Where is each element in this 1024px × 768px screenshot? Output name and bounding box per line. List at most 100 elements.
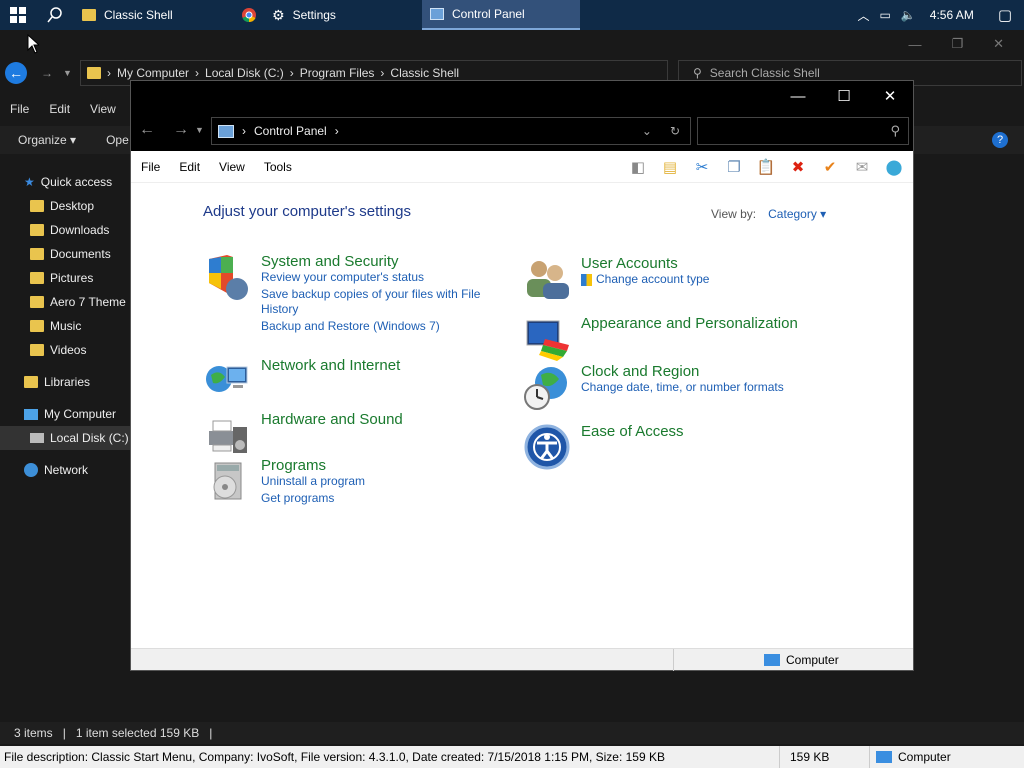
libraries-icon [24, 376, 38, 388]
control-panel-status-bar: Computer [131, 648, 913, 671]
taskbar-task-classic-shell[interactable]: Classic Shell [74, 0, 234, 30]
refresh-icon[interactable]: ↻ [670, 124, 680, 138]
menu-view[interactable]: View [209, 160, 254, 174]
folder-icon [30, 272, 44, 284]
close-button[interactable]: ✕ [867, 81, 913, 111]
help-icon[interactable]: ? [992, 132, 1008, 148]
control-panel-address-row: ← → ▼ › Control Panel › ⌄ ↻ ⚲ [131, 111, 913, 151]
notification-icon[interactable]: ▢ [998, 6, 1012, 24]
menu-view[interactable]: View [90, 102, 116, 116]
back-button[interactable]: ← [139, 121, 155, 139]
category-title[interactable]: Hardware and Sound [261, 411, 403, 459]
category-title[interactable]: Network and Internet [261, 357, 400, 405]
link-review-status[interactable]: Review your computer's status [261, 270, 481, 285]
minimize-icon[interactable]: — [908, 37, 921, 52]
category-title[interactable]: Ease of Access [581, 423, 684, 471]
menu-file[interactable]: File [10, 102, 29, 116]
clock-globe-icon [524, 367, 567, 410]
chevron-up-icon[interactable]: ︿ [857, 7, 869, 24]
link-change-date-time[interactable]: Change date, time, or number formats [581, 380, 784, 395]
link-uninstall-program[interactable]: Uninstall a program [261, 474, 365, 489]
ease-of-access-icon [524, 424, 570, 470]
link-backup-restore[interactable]: Backup and Restore (Windows 7) [261, 319, 481, 334]
menu-edit[interactable]: Edit [49, 102, 70, 116]
chevron-down-icon[interactable]: ⌄ [642, 124, 652, 138]
control-panel-content: Adjust your computer's settings View by:… [131, 183, 913, 671]
taskbar-search-button[interactable] [36, 0, 74, 30]
link-get-programs[interactable]: Get programs [261, 491, 365, 506]
cut-icon[interactable]: ✂ [691, 156, 713, 178]
category-title[interactable]: Appearance and Personalization [581, 315, 798, 363]
minimize-button[interactable]: — [775, 81, 821, 111]
network-globe-icon [206, 366, 248, 392]
category-ease-of-access: Ease of Access [523, 423, 684, 471]
drive-icon [30, 433, 44, 443]
folder-options-icon[interactable]: ▤ [659, 156, 681, 178]
network-icon[interactable]: ▭ [879, 8, 890, 22]
recent-dropdown[interactable]: ▼ [195, 125, 204, 139]
back-button[interactable]: ← [5, 62, 27, 84]
mouse-cursor-icon [27, 34, 39, 54]
folder-icon [30, 200, 44, 212]
view-by-dropdown[interactable]: Category ▾ [768, 207, 826, 221]
folder-icon [30, 320, 44, 332]
category-programs: Programs Uninstall a program Get program… [203, 457, 365, 506]
start-button[interactable] [0, 0, 36, 30]
star-icon: ★ [24, 175, 35, 189]
folder-icon [30, 296, 44, 308]
restore-icon[interactable]: ❐ [951, 36, 963, 52]
delete-icon[interactable]: ✖ [787, 156, 809, 178]
category-title[interactable]: Programs [261, 457, 365, 474]
taskbar-task-control-panel[interactable]: Control Panel [422, 0, 580, 30]
menu-file[interactable]: File [131, 160, 169, 174]
control-panel-address-bar[interactable]: › Control Panel › ⌄ ↻ [211, 117, 691, 145]
folder-icon [87, 67, 101, 79]
category-title[interactable]: System and Security [261, 253, 481, 270]
system-tray: ︿ ▭ 🔈 4:56 AM ▢ [857, 6, 1024, 24]
control-panel-icon [430, 8, 444, 20]
breadcrumb-item[interactable]: My Computer [117, 66, 189, 80]
category-appearance-and-personalization: Appearance and Personalization [523, 315, 798, 363]
volume-icon[interactable]: 🔈 [901, 8, 916, 22]
preview-pane-icon[interactable]: ◧ [627, 156, 649, 178]
users-icon [527, 261, 569, 299]
control-panel-icon [218, 124, 234, 138]
classic-shell-icon[interactable]: ⬤ [883, 156, 905, 178]
history-dropdown[interactable]: ▼ [63, 68, 72, 78]
breadcrumb-item[interactable]: Program Files [300, 66, 375, 80]
category-title[interactable]: Clock and Region [581, 363, 784, 380]
search-icon: ⚲ [693, 66, 702, 80]
category-user-accounts: User Accounts Change account type [523, 255, 709, 303]
open-button[interactable]: Ope [106, 133, 129, 147]
breadcrumb-item[interactable]: Local Disk (C:) [205, 66, 284, 80]
category-title[interactable]: User Accounts [581, 255, 709, 272]
search-icon [47, 7, 62, 23]
breadcrumb-item[interactable]: Classic Shell [390, 66, 459, 80]
maximize-button[interactable]: ☐ [821, 81, 867, 111]
close-icon[interactable]: ✕ [993, 36, 1004, 52]
paste-icon[interactable]: 📋 [755, 156, 777, 178]
taskbar: Classic Shell ⚙ Settings Control Panel ︿… [0, 0, 1024, 30]
selection-info: 1 item selected 159 KB [75, 726, 200, 740]
menu-edit[interactable]: Edit [169, 160, 209, 174]
control-panel-toolbar: ◧ ▤ ✂ ❐ 📋 ✖ ✔ ✉ ⬤ [627, 156, 913, 178]
forward-button[interactable]: → [41, 66, 53, 80]
copy-icon[interactable]: ❐ [723, 156, 745, 178]
clock[interactable]: 4:56 AM [930, 8, 974, 22]
explorer-titlebar: — ❐ ✕ [0, 30, 1024, 58]
email-icon[interactable]: ✉ [851, 156, 873, 178]
link-file-history[interactable]: Save backup copies of your files with Fi… [261, 287, 481, 317]
taskbar-task-chrome[interactable] [234, 0, 264, 30]
breadcrumb-item[interactable]: Control Panel [254, 124, 327, 138]
view-by: View by: Category ▾ [711, 207, 827, 221]
organize-button[interactable]: Organize ▾ [18, 133, 76, 147]
category-system-and-security: System and Security Review your computer… [203, 253, 481, 334]
taskbar-task-settings[interactable]: ⚙ Settings [264, 0, 422, 30]
checkmark-icon[interactable]: ✔ [819, 156, 841, 178]
folder-icon [30, 224, 44, 236]
menu-tools[interactable]: Tools [254, 160, 301, 174]
link-change-account-type[interactable]: Change account type [581, 272, 709, 287]
forward-button[interactable]: → [173, 121, 189, 139]
control-panel-search-box[interactable]: ⚲ [697, 117, 909, 145]
folder-icon [30, 344, 44, 356]
